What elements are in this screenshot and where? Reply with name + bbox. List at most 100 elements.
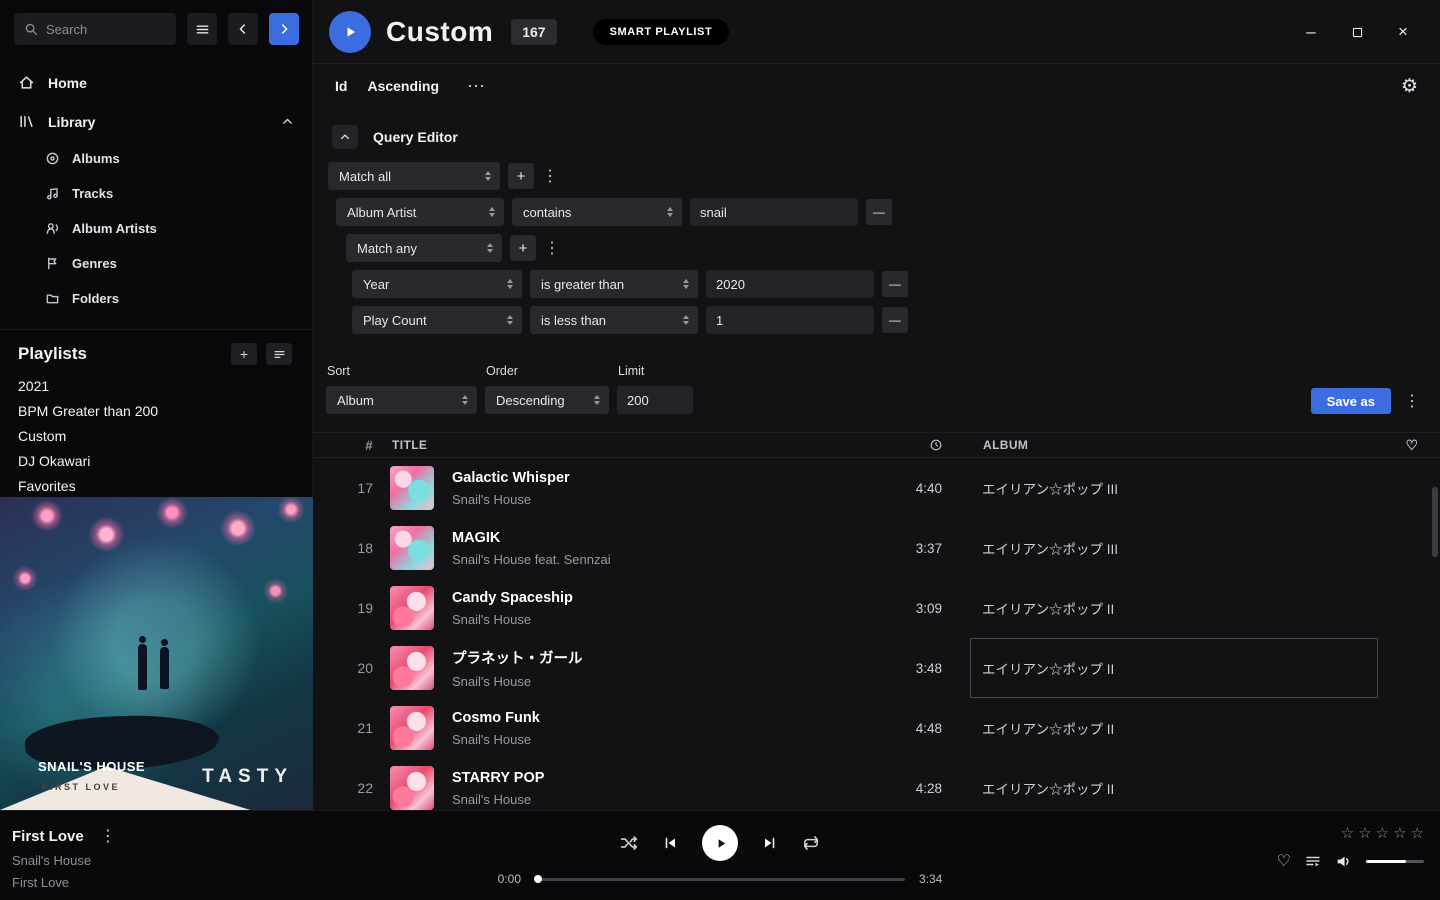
playlist-label: BPM Greater than 200 [18,403,158,419]
rule-field-select[interactable]: Album Artist [336,198,504,226]
now-playing-artwork[interactable]: SNAIL'S HOUSE FIRST LOVE TASTY [0,497,313,810]
rule-operator-select[interactable]: contains [512,198,682,226]
sidebar-nav: Home Library Albums Tracks Album Artists [0,63,312,316]
table-header: # TITLE ALBUM ♡ [313,432,1440,458]
playlist-label: DJ Okawari [18,453,90,469]
group-menu-icon[interactable]: ⋮ [542,166,556,186]
maximize-button[interactable] [1334,12,1380,52]
sort-direction-button[interactable]: Ascending [367,78,439,94]
artwork-artist-text: SNAIL'S HOUSE [38,759,145,774]
rating-star-icon[interactable]: ☆ [1411,824,1424,842]
column-duration[interactable] [843,438,953,452]
favorite-heart-icon[interactable]: ♡ [1277,851,1291,871]
repeat-button[interactable] [802,834,820,852]
limit-input[interactable] [617,386,693,414]
sidebar-item-album-artists[interactable]: Album Artists [0,211,312,246]
menu-button[interactable] [187,13,217,45]
save-menu-icon[interactable]: ⋮ [1404,391,1418,411]
order-select[interactable]: Descending [485,386,609,414]
track-row[interactable]: 22 STARRY POP Snail's House 4:28 エイリアン☆ポ… [313,758,1440,810]
track-row-selected[interactable]: 20 プラネット・ガール Snail's House 3:48 エイリアン☆ポッ… [313,638,1440,698]
search-input[interactable] [46,22,156,37]
rating-star-icon[interactable]: ☆ [1358,824,1371,842]
minimize-button[interactable]: – [1288,12,1334,52]
playlist-item-bpm[interactable]: BPM Greater than 200 [0,398,312,423]
nav-forward-button[interactable] [269,13,299,45]
remove-rule-button[interactable]: — [882,307,908,333]
volume-icon[interactable] [1335,853,1352,870]
album-art-thumbnail [390,646,434,690]
play-pause-button[interactable] [702,825,738,861]
playlist-item-2021[interactable]: 2021 [0,373,312,398]
rule-value-input[interactable] [706,306,874,334]
sidebar-item-folders[interactable]: Folders [0,281,312,316]
add-rule-button[interactable]: + [508,163,534,189]
column-album[interactable]: ALBUM [983,438,1384,452]
add-rule-button[interactable]: + [510,235,536,261]
rule-operator-select[interactable]: is greater than [530,270,698,298]
rule-value-input[interactable] [706,270,874,298]
track-row[interactable]: 19 Candy Spaceship Snail's House 3:09 エイ… [313,578,1440,638]
search-box[interactable] [14,13,176,45]
library-icon [18,113,35,130]
track-row[interactable]: 17 Galactic Whisper Snail's House 4:40 エ… [313,458,1440,518]
column-number[interactable]: # [313,438,373,453]
more-options-icon[interactable]: ⋯ [467,81,485,91]
remove-rule-button[interactable]: — [882,271,908,297]
rule-field-value: Play Count [363,313,499,328]
shuffle-icon [620,834,638,852]
track-title: STARRY POP [452,770,842,786]
shuffle-button[interactable] [620,834,638,852]
add-playlist-button[interactable]: + [231,343,257,365]
rule-field-select[interactable]: Year [352,270,522,298]
track-artist: Snail's House [452,732,842,747]
queue-icon[interactable] [1305,853,1321,869]
rule-operator-value: is less than [541,313,675,328]
play-playlist-button[interactable] [329,11,371,53]
rule-field-select[interactable]: Play Count [352,306,522,334]
rating-star-icon[interactable]: ☆ [1376,824,1389,842]
sort-field-button[interactable]: Id [335,78,347,94]
track-row[interactable]: 18 MAGIK Snail's House feat. Sennzai 3:3… [313,518,1440,578]
column-favorite heart-icon[interactable]: ♡ [1384,437,1440,454]
next-track-button[interactable] [762,835,778,851]
play-icon [342,24,358,40]
sidebar-item-tracks[interactable]: Tracks [0,176,312,211]
sidebar-top-bar [0,0,312,55]
match-mode-select[interactable]: Match any [346,234,502,262]
rating-star-icon[interactable]: ☆ [1341,824,1354,842]
previous-track-button[interactable] [662,835,678,851]
track-row[interactable]: 21 Cosmo Funk Snail's House 4:48 エイリアン☆ポ… [313,698,1440,758]
now-playing-menu-icon[interactable]: ⋮ [100,826,114,846]
player-right-controls: ☆ ☆ ☆ ☆ ☆ ♡ [1277,824,1424,871]
sidebar-item-albums[interactable]: Albums [0,141,312,176]
playlist-item-dj-okawari[interactable]: DJ Okawari [0,448,312,473]
playlist-item-favorites[interactable]: Favorites [0,473,312,498]
seek-bar[interactable] [535,878,905,881]
scrollbar-thumb[interactable] [1432,487,1438,557]
close-button[interactable]: × [1380,12,1426,52]
match-mode-select[interactable]: Match all [328,162,500,190]
group-menu-icon[interactable]: ⋮ [544,238,558,258]
playlist-label: Favorites [18,478,76,494]
artwork-figure [138,644,147,690]
nav-back-button[interactable] [228,13,258,45]
collapse-query-editor-button[interactable] [332,125,358,149]
remove-rule-button[interactable]: — [866,199,892,225]
chevron-up-icon[interactable] [281,115,294,128]
rule-operator-select[interactable]: is less than [530,306,698,334]
rule-value-input[interactable] [690,198,858,226]
album-art-thumbnail [390,706,434,750]
sidebar-item-library[interactable]: Library [0,102,312,141]
sidebar-item-home[interactable]: Home [0,63,312,102]
rating-star-icon[interactable]: ☆ [1393,824,1406,842]
save-as-button[interactable]: Save as [1311,388,1391,414]
playlist-item-custom[interactable]: Custom [0,423,312,448]
sort-select[interactable]: Album [326,386,477,414]
playlist-list-button[interactable] [266,343,292,365]
settings-gear-icon[interactable]: ⚙ [1401,75,1418,98]
sidebar-item-genres[interactable]: Genres [0,246,312,281]
seek-handle[interactable] [534,875,542,883]
column-title[interactable]: TITLE [392,438,843,452]
volume-slider[interactable] [1366,860,1424,863]
